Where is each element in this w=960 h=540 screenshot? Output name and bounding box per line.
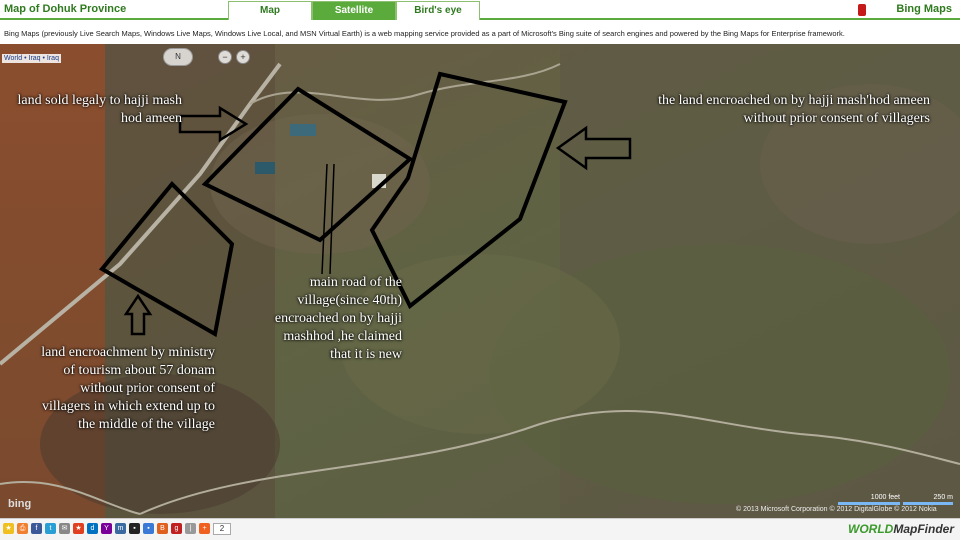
share-icons: ★ ⎙ f t ✉ ★ d Y m ▪ ▪ B g | + 2 — [3, 523, 231, 535]
separator-icon: | — [185, 523, 196, 534]
scale-m-bar — [903, 502, 953, 505]
annotation-main-road: main road of the village(since 40th) enc… — [274, 275, 402, 362]
description-text: Bing Maps (previously Live Search Maps, … — [0, 22, 960, 44]
compass-icon[interactable]: N — [163, 48, 193, 66]
myspace-alt-icon[interactable]: ▪ — [129, 523, 140, 534]
tab-map[interactable]: Map — [228, 1, 312, 20]
scale-feet-label: 1000 feet — [870, 494, 900, 501]
zoom-out-button[interactable]: − — [218, 50, 232, 64]
header-bar: Map of Dohuk Province Map Satellite Bird… — [0, 0, 960, 20]
breadcrumb[interactable]: World • Iraq • Iraq — [2, 54, 61, 63]
scale-feet-bar — [838, 502, 900, 505]
annotation-land-sold: land sold legaly to hajji mash hod ameen — [17, 93, 182, 126]
tab-birds-eye[interactable]: Bird's eye — [396, 1, 480, 20]
zoom-in-button[interactable]: + — [236, 50, 250, 64]
delicious-icon[interactable]: ▪ — [143, 523, 154, 534]
star-icon[interactable]: ★ — [3, 523, 14, 534]
share-toolbar: ★ ⎙ f t ✉ ★ d Y m ▪ ▪ B g | + 2 WORLDMap… — [0, 518, 960, 540]
blogger-icon[interactable]: B — [157, 523, 168, 534]
myspace-icon[interactable]: m — [115, 523, 126, 534]
email-icon[interactable]: ✉ — [59, 523, 70, 534]
page-title: Map of Dohuk Province — [4, 3, 127, 15]
facebook-icon[interactable]: f — [31, 523, 42, 534]
printer-icon[interactable]: ⎙ — [17, 523, 28, 534]
share-count: 2 — [213, 523, 231, 535]
worldmapfinder-logo[interactable]: WORLDMapFinder — [848, 522, 954, 536]
yahoo-icon[interactable]: Y — [101, 523, 112, 534]
bing-logo: bing — [8, 498, 32, 510]
map-type-tabs: Map Satellite Bird's eye — [228, 1, 480, 20]
logo-part-world: WORLD — [848, 522, 894, 536]
scale-bar-feet: 1000 feet — [838, 494, 900, 505]
add-share-icon[interactable]: + — [199, 523, 210, 534]
bookmark-icon[interactable]: ★ — [73, 523, 84, 534]
tab-satellite[interactable]: Satellite — [312, 1, 396, 20]
annotation-ministry-encroachment: land encroachment by ministry of tourism… — [41, 345, 215, 432]
annotation-land-encroached: the land encroached on by hajji mash'hod… — [658, 93, 930, 126]
digg-icon[interactable]: d — [87, 523, 98, 534]
twitter-icon[interactable]: t — [45, 523, 56, 534]
scale-bar-meters: 250 m — [903, 494, 953, 505]
scale-m-label: 250 m — [933, 494, 953, 501]
brand-name[interactable]: Bing Maps — [896, 3, 952, 15]
logo-part-mapfinder: MapFinder — [893, 522, 954, 536]
satellite-map[interactable]: World • Iraq • Iraq N − + land sold lega… — [0, 44, 960, 518]
flag-icon — [858, 4, 866, 16]
copyright-text: © 2013 Microsoft Corporation © 2012 Digi… — [736, 506, 937, 513]
google-icon[interactable]: g — [171, 523, 182, 534]
